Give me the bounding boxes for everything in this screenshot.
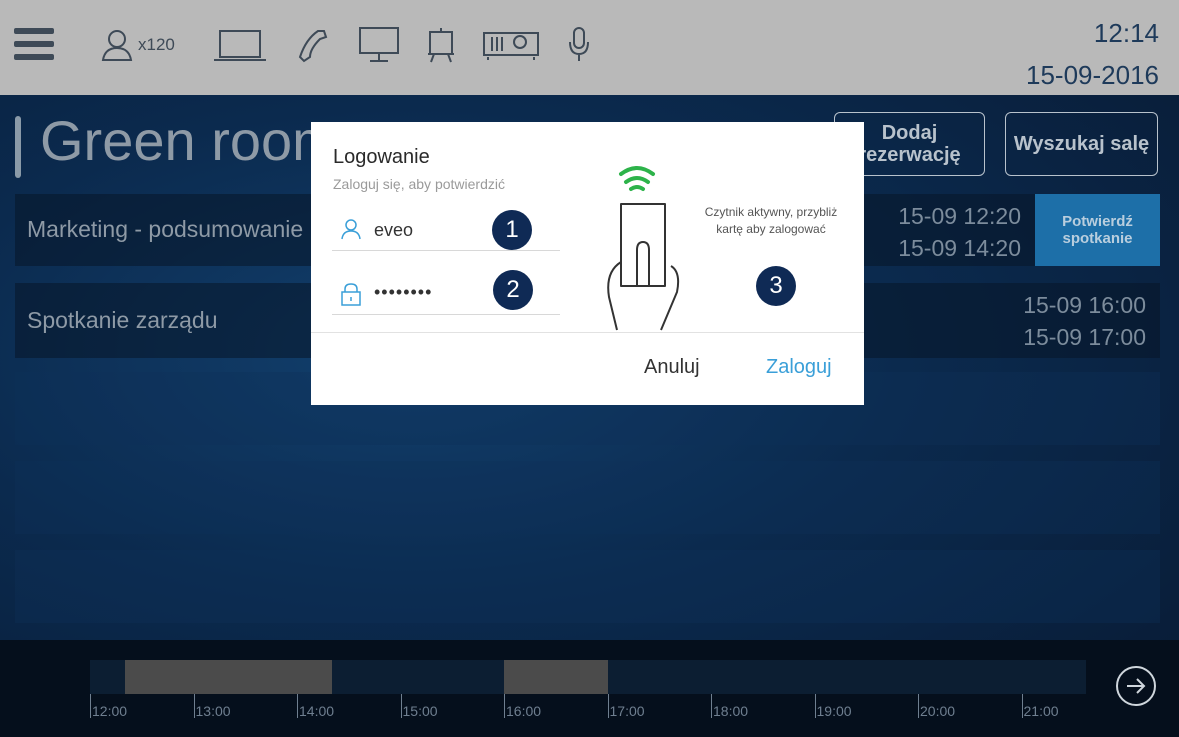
- top-bar: x120 12:14 15-09-2016: [0, 0, 1179, 95]
- timeline-tick: [607, 694, 609, 718]
- step-badge: 2: [493, 270, 533, 310]
- password-value: ••••••••: [374, 282, 433, 302]
- meeting-times: 15-09 16:00 15-09 17:00: [955, 289, 1146, 353]
- capacity-indicator: x120: [100, 24, 175, 66]
- person-icon: [101, 30, 133, 61]
- timeline-tick-label: 12:00: [92, 703, 128, 719]
- projector-icon: [483, 32, 539, 60]
- timeline-tick: [504, 694, 505, 718]
- timeline-tick-label: 17:00: [609, 703, 645, 719]
- meeting-title: Marketing - podsumowanie: [27, 216, 304, 242]
- timeline-tick: [918, 694, 919, 718]
- wifi-icon: [619, 166, 655, 191]
- current-time: 12:14: [1093, 18, 1159, 48]
- timeline-tick-label: 19:00: [816, 703, 852, 719]
- dialog-subtitle: Zaloguj się, aby potwierdzić: [333, 176, 505, 192]
- timeline-busy-block: [124, 660, 332, 694]
- timeline-tick: [711, 694, 712, 718]
- card-reader-illustration: [607, 166, 680, 331]
- timeline-tick: [193, 694, 195, 718]
- dialog-title: Logowanie: [333, 146, 430, 168]
- timeline-tick: [400, 694, 402, 718]
- lock-icon: [341, 283, 361, 306]
- timeline-tick-label: 20:00: [920, 703, 956, 719]
- login-dialog: Logowanie Zaloguj się, aby potwierdzić e…: [311, 122, 864, 405]
- empty-slot: [15, 461, 1160, 534]
- empty-slot: [15, 550, 1160, 623]
- phone-icon: [298, 30, 328, 63]
- timeline-busy-block: [504, 660, 608, 694]
- current-date: 15-09-2016: [1026, 60, 1159, 90]
- timeline-tick: [814, 694, 816, 718]
- step-badge: 3: [756, 266, 796, 306]
- capacity-count: x120: [138, 35, 175, 54]
- confirm-meeting-button[interactable]: Potwierdź spotkanie: [1035, 194, 1160, 266]
- meeting-end: 15-09 17:00: [1023, 324, 1146, 350]
- dialog-divider: [311, 332, 864, 333]
- hand-card-icon: [607, 203, 680, 331]
- cancel-button[interactable]: Anuluj: [644, 356, 700, 379]
- timeline-tick: [297, 694, 298, 718]
- room-title-accent: [15, 116, 21, 178]
- arrow-right-icon: [1127, 678, 1146, 694]
- room-title: Green room: [40, 109, 339, 172]
- monitor-icon: [359, 27, 399, 62]
- flipchart-icon: [428, 28, 454, 63]
- next-arrow-button[interactable]: [1116, 666, 1156, 706]
- clock: 12:14 15-09-2016: [1026, 12, 1159, 96]
- username-value: eveo: [374, 220, 414, 240]
- meeting-start: 15-09 16:00: [1023, 292, 1146, 318]
- user-icon: [341, 219, 361, 240]
- timeline-tick-label: 21:00: [1023, 703, 1059, 719]
- timeline-tick-label: 16:00: [506, 703, 542, 719]
- timeline-tick-label: 13:00: [195, 703, 231, 719]
- reader-status-text: Czytnik aktywny, przybliż kartę aby zalo…: [704, 205, 838, 236]
- timeline-tick: [90, 694, 91, 718]
- microphone-icon: [569, 27, 589, 61]
- timeline-tick-label: 18:00: [713, 703, 749, 719]
- timeline-tick-label: 15:00: [402, 703, 438, 719]
- laptop-icon: [214, 30, 266, 61]
- timeline-tick: [1021, 694, 1023, 718]
- timeline-tick-label: 14:00: [299, 703, 335, 719]
- search-room-button[interactable]: Wyszukaj salę: [1005, 112, 1158, 176]
- login-button[interactable]: Zaloguj: [766, 356, 832, 379]
- menu-icon[interactable]: [14, 28, 54, 64]
- meeting-title: Spotkanie zarządu: [27, 307, 218, 333]
- step-badge: 1: [492, 210, 532, 250]
